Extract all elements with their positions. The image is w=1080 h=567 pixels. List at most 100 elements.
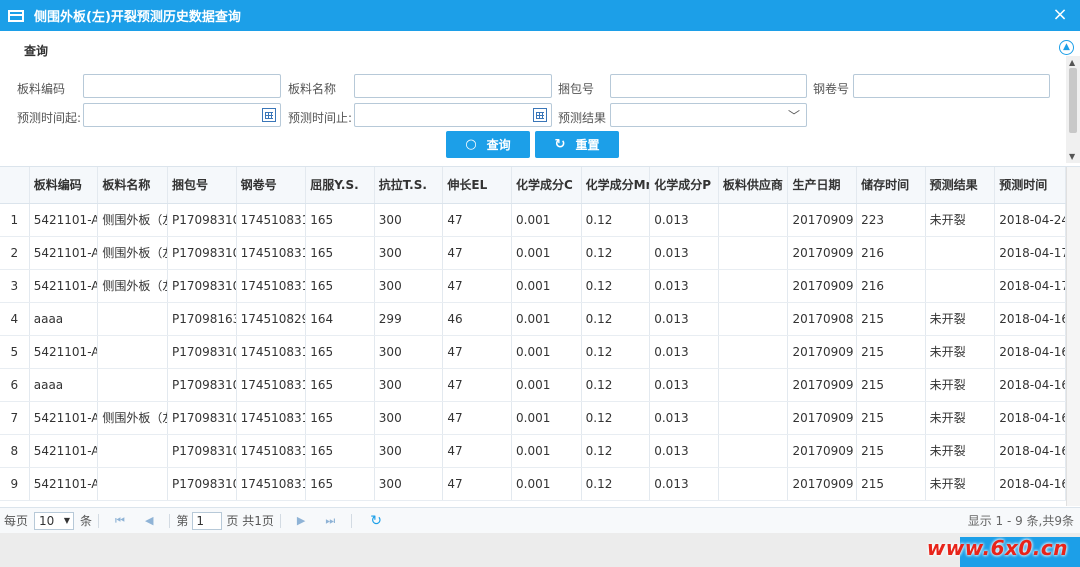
table-cell: 0.12 <box>581 368 651 402</box>
next-page-icon[interactable]: ▶ <box>297 514 305 527</box>
coil-no-label: 钢卷号 <box>813 82 850 96</box>
row-number: 2 <box>0 236 30 270</box>
refresh-icon[interactable]: ↻ <box>370 513 382 529</box>
last-page-icon[interactable]: ⏭ <box>325 514 335 528</box>
coil-no-input[interactable] <box>853 74 1050 98</box>
table-cell: 0.12 <box>581 236 651 270</box>
table-cell: 300 <box>374 269 444 303</box>
table-row[interactable]: 15421101-A侧围外板（左）P1709831017451083116530… <box>0 203 1066 237</box>
table-cell: 0.001 <box>511 335 582 369</box>
column-header[interactable]: 化学成分Mn <box>581 167 651 204</box>
watermark-text: www.6x0.cn <box>926 536 1068 560</box>
table-cell: 0.013 <box>649 467 719 501</box>
table-cell: 300 <box>374 203 444 237</box>
table-cell: 2018-04-16 <box>994 467 1066 501</box>
table-cell: 未开裂 <box>925 434 996 468</box>
table-cell: 20170909 <box>787 467 858 501</box>
table-cell: 侧围外板（左） <box>97 203 168 237</box>
table-row[interactable]: 8 5421101-A P17098310 174510831 165 300 47 0.00… <box>0 434 1066 468</box>
predict-to-input[interactable] <box>354 103 552 127</box>
table-cell: 174510831 <box>236 335 307 369</box>
column-header[interactable]: 钢卷号 <box>236 167 307 204</box>
table-cell: aaaa <box>29 302 99 336</box>
table-cell: P17098310 <box>167 401 237 435</box>
column-header[interactable]: 板料供应商 <box>718 167 789 204</box>
table-cell: 20170908 <box>787 302 858 336</box>
table-cell: 0.001 <box>511 203 582 237</box>
page-size-select[interactable]: 10 ▼ <box>34 511 75 530</box>
column-header[interactable]: 储存时间 <box>856 167 926 204</box>
column-header[interactable]: 抗拉T.S. <box>374 167 444 204</box>
column-header[interactable]: 板料编码 <box>29 167 99 204</box>
table-cell: 215 <box>856 434 926 468</box>
material-code-input[interactable] <box>83 74 281 98</box>
column-header-rownum[interactable] <box>0 167 30 204</box>
table-cell: 215 <box>856 368 926 402</box>
table-cell <box>718 236 789 270</box>
table-cell: 2018-04-16 <box>994 434 1066 468</box>
table-cell <box>97 368 168 402</box>
collapse-up-icon[interactable]: ▲ <box>1059 40 1074 55</box>
table-cell: P17098310 <box>167 335 237 369</box>
table-header-row: 板料编码 板料名称 捆包号 钢卷号 屈服Y.S. 抗拉T.S. 伸长EL 化学成分C 化学成分M… <box>0 167 1066 204</box>
table-cell: 侧围外板（左） <box>97 269 168 303</box>
material-name-input[interactable] <box>354 74 552 98</box>
table-cell: 5421101-A <box>29 434 99 468</box>
query-panel-scrollbar[interactable]: ▲ ▼ <box>1066 56 1080 163</box>
predict-from-input[interactable] <box>83 103 281 127</box>
calendar-icon[interactable] <box>262 108 276 122</box>
table-cell: 0.001 <box>511 302 582 336</box>
table-cell: 0.12 <box>581 434 651 468</box>
chevron-down-icon: ▼ <box>63 515 71 525</box>
close-icon[interactable]: × <box>1050 5 1070 25</box>
predict-result-select[interactable]: ﹀ <box>610 103 807 127</box>
table-row[interactable]: 4 aaaa P17098163 174510829 164 299 46 0.001 0.12… <box>0 302 1066 336</box>
table-cell: 5421101-A <box>29 236 99 270</box>
table-cell: 165 <box>305 467 375 501</box>
search-button[interactable]: ○ 查询 <box>446 131 530 158</box>
calendar-icon[interactable] <box>533 108 547 122</box>
column-header[interactable]: 预测结果 <box>925 167 996 204</box>
table-cell: 215 <box>856 302 926 336</box>
table-cell: 未开裂 <box>925 335 996 369</box>
page-prefix-label: 第 <box>176 514 189 528</box>
table-row[interactable]: 75421101-A侧围外板（左）P1709831017451083116530… <box>0 401 1066 435</box>
column-header[interactable]: 板料名称 <box>97 167 168 204</box>
table-cell: P17098163 <box>167 302 237 336</box>
column-header[interactable]: 化学成分P <box>649 167 719 204</box>
table-row[interactable]: 6 aaaa P17098310 174510831 165 300 47 0.001 0.12… <box>0 368 1066 402</box>
table-cell: 0.001 <box>511 467 582 501</box>
column-header[interactable]: 生产日期 <box>787 167 858 204</box>
table-cell <box>718 434 789 468</box>
bundle-no-label: 捆包号 <box>558 82 595 96</box>
table-cell: 未开裂 <box>925 203 996 237</box>
scroll-down-icon[interactable]: ▼ <box>1069 152 1075 161</box>
first-page-icon[interactable]: ⏮ <box>115 514 125 528</box>
grid-scrollbar[interactable] <box>1066 167 1080 506</box>
table-cell: 侧围外板（左） <box>97 236 168 270</box>
table-cell: 0.013 <box>649 368 719 402</box>
table-cell: 300 <box>374 434 444 468</box>
column-header[interactable]: 伸长EL <box>442 167 513 204</box>
reset-button[interactable]: ↻ 重置 <box>535 131 619 158</box>
table-row[interactable]: 5 5421101-A P17098310 174510831 165 300 47 0.00… <box>0 335 1066 369</box>
table-cell: 未开裂 <box>925 401 996 435</box>
table-cell: 0.013 <box>649 434 719 468</box>
page-number-input[interactable]: 1 <box>192 511 223 530</box>
scroll-up-icon[interactable]: ▲ <box>1069 58 1075 67</box>
table-cell: 0.001 <box>511 368 582 402</box>
table-row[interactable]: 25421101-A侧围外板（左）P1709831017451083116530… <box>0 236 1066 270</box>
material-code-label: 板料编码 <box>17 82 66 96</box>
table-row[interactable]: 9 5421101-A P17098310 174510831 165 300 47 0.00… <box>0 467 1066 501</box>
table-row[interactable]: 35421101-A侧围外板（左）P1709831017451083116530… <box>0 269 1066 303</box>
prev-page-icon[interactable]: ◀ <box>145 514 153 527</box>
table-cell: 2018-04-16 <box>994 335 1066 369</box>
column-header[interactable]: 化学成分C <box>511 167 582 204</box>
column-header[interactable]: 捆包号 <box>167 167 237 204</box>
divider <box>279 513 281 528</box>
predict-from-label: 预测时间起: <box>17 111 82 125</box>
bundle-no-input[interactable] <box>610 74 807 98</box>
scroll-thumb[interactable] <box>1069 68 1077 133</box>
column-header[interactable]: 预测时间 <box>994 167 1066 204</box>
column-header[interactable]: 屈服Y.S. <box>305 167 375 204</box>
